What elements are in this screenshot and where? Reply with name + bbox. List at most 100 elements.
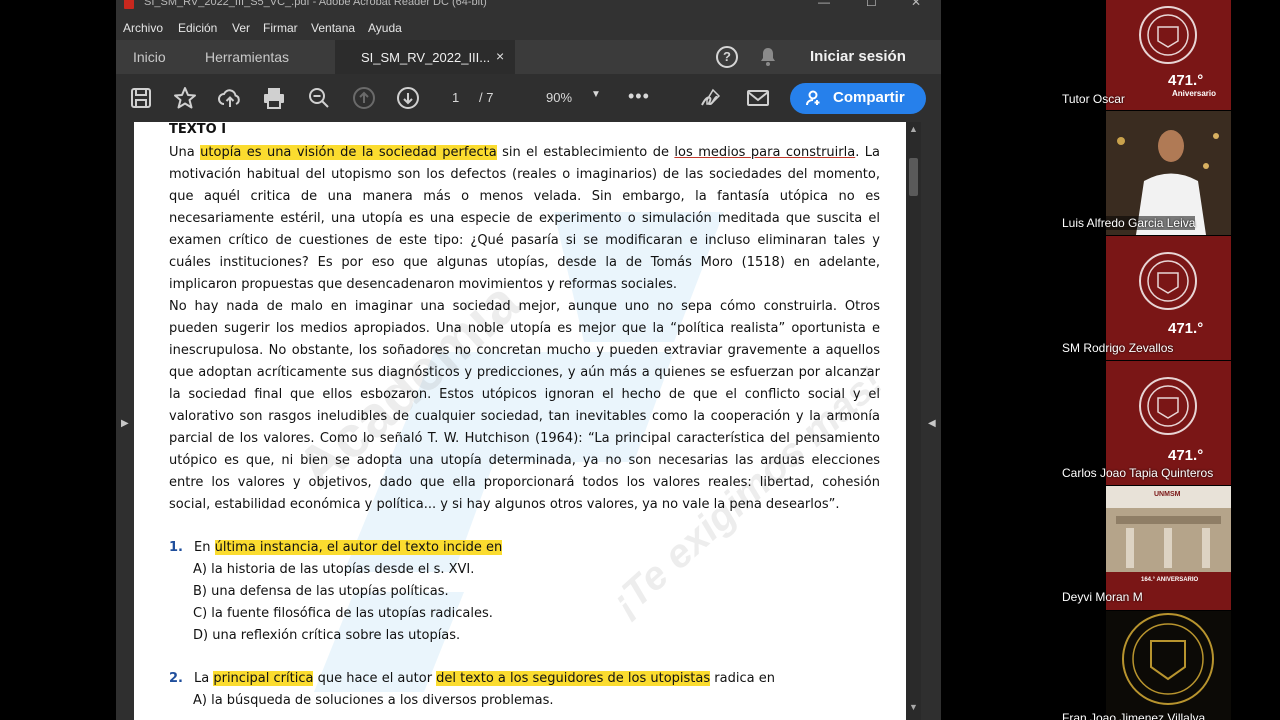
participant-tile[interactable]: 471.° Aniversario Tutor Oscar [1059,0,1231,110]
menu-edicion[interactable]: Edición [178,21,217,35]
paragraph-line: social, estabilidad económica y política… [169,497,840,512]
question-1-text: En última instancia, el autor del texto … [194,540,503,555]
share-button[interactable]: Compartir [790,83,926,114]
paragraph-line: cuáles instituciones? Es por eso que alg… [169,255,880,270]
tab-document[interactable]: SI_SM_RV_2022_III... × [335,40,515,74]
close-tab-icon[interactable]: × [496,48,504,64]
participant-tile[interactable]: Luis Alfredo Garcia Leiva [1059,111,1231,235]
close-window-button[interactable]: ✕ [911,0,921,9]
paragraph-line: No hay nada de malo en imaginar una soci… [169,299,880,314]
left-panel-toggle-icon[interactable]: ▶ [121,418,129,429]
participant-name: Luis Alfredo Garcia Leiva [1062,216,1196,230]
paragraph-line: examen crítico de cuestiones de este tip… [169,233,880,248]
anniversary-label: Aniversario [1172,89,1217,98]
menu-ventana[interactable]: Ventana [311,21,355,35]
poster-header: UNMSM [1154,491,1181,498]
question-1-option-d: D) una reflexión crítica sobre las utopí… [193,628,461,643]
highlight: última instancia, el autor del texto inc… [214,540,503,555]
paragraph-line: utópico es que, ni bien se adopta una ut… [169,453,880,468]
participant-name: Carlos Joao Tapia Quinteros [1062,466,1214,480]
paragraph-line: valorativo son rasgos ineludibles de cua… [169,409,880,424]
question-2-number: 2. [169,671,183,686]
participant-name: Fran Joao Jimenez Villalva [1062,711,1206,720]
text-heading: TEXTO I [169,122,227,137]
print-icon[interactable] [262,86,286,110]
page-number-input[interactable]: 1 [452,90,459,105]
anniversary-badge: 471.° [1168,447,1204,464]
participant-name: Tutor Oscar [1062,92,1125,106]
share-user-icon [806,90,820,106]
question-1-option-c: C) la fuente filosófica de las utopías r… [193,606,493,621]
paragraph-line: implicaron propuestas que desencadenaron… [169,277,678,292]
help-icon[interactable]: ? [716,46,738,68]
highlight: utopía es una visión de la sociedad perf… [200,145,497,160]
participant-tile[interactable]: 471.° SM Rodrigo Zevallos [1059,236,1231,360]
tab-herramientas[interactable]: Herramientas [205,49,289,65]
save-icon[interactable] [129,86,153,110]
paragraph-line: parcial de los valores. Como lo señaló T… [169,431,880,446]
poster-text: 164.° ANIVERSARIO [1141,577,1199,583]
scroll-up-icon[interactable]: ▲ [909,124,918,134]
page-down-icon[interactable] [396,86,420,110]
paragraph-line: necesariamente estéril, una utopía es un… [169,211,880,226]
scroll-down-icon[interactable]: ▼ [909,702,918,712]
participant-name: Deyvi Moran M [1062,590,1143,604]
more-tools-button[interactable]: ••• [628,86,650,107]
share-label: Compartir [833,89,905,106]
menu-ayuda[interactable]: Ayuda [368,21,402,35]
paragraph-line: motivación habitual del utopismo son los… [169,167,880,182]
question-1-number: 1. [169,540,183,555]
paragraph-line: inescrupulosa. No obstante, los soñadore… [169,343,880,358]
highlight: del texto a los seguidores de los utopis… [436,671,711,686]
maximize-button[interactable]: ☐ [866,0,877,9]
signin-button[interactable]: Iniciar sesión [810,48,906,65]
page-up-icon[interactable] [352,86,376,110]
document-tab-label: SI_SM_RV_2022_III... [361,50,491,65]
paragraph-line: que aquél critica de una manera más o me… [169,189,880,204]
gap-background [941,0,1059,720]
paragraph-line: que adoptan acríticamente sus diagnóstic… [169,365,880,380]
zoom-out-icon[interactable] [307,86,331,110]
zoom-select[interactable]: 90% [546,90,572,105]
acrobat-app-icon [124,0,134,9]
underlined-text: los medios para construirla [674,145,856,160]
question-2-text: La principal crítica que hace el autor d… [194,671,775,686]
window-title: SI_SM_RV_2022_III_S5_VC_.pdf - Adobe Acr… [144,0,487,8]
anniversary-badge: 471.° [1168,72,1204,89]
document-viewer: ▶ Academia ¡Te exigimos más! TEXTO I Una… [116,122,941,720]
tab-bar: Inicio Herramientas SI_SM_RV_2022_III...… [116,40,941,74]
vertical-scrollbar[interactable]: ▲ ▼ [906,122,921,720]
menu-archivo[interactable]: Archivo [123,21,163,35]
page-total: / 7 [479,90,494,105]
right-panel-toggle-icon[interactable]: ◀ [928,418,936,429]
tab-inicio[interactable]: Inicio [133,49,166,65]
scroll-thumb[interactable] [909,158,918,196]
chevron-down-icon[interactable]: ▼ [591,89,601,100]
menu-firmar[interactable]: Firmar [263,21,298,35]
paragraph-line: pueden sugerir los medios apropiados. Un… [169,321,880,336]
question-1-option-b: B) una defensa de las utopías políticas. [193,584,449,599]
participant-name: SM Rodrigo Zevallos [1062,341,1174,355]
question-2-option-a: A) la búsqueda de soluciones a los diver… [193,693,554,708]
upload-icon[interactable] [218,86,242,110]
minimize-button[interactable]: — [818,0,830,9]
question-1-option-a: A) la historia de las utopías desde el s… [193,562,475,577]
paragraph-line: entre los valores y objetivos, dado que … [169,475,880,490]
paragraph-line: Una utopía es una visión de la sociedad … [169,145,880,160]
participant-tile[interactable]: UNMSM 164.° ANIVERSARIO Deyvi Moran M [1059,486,1231,610]
sign-icon[interactable] [699,86,723,110]
anniversary-badge: 471.° [1168,320,1204,337]
paragraph-line: la sociedad final que ellos esbozaron. E… [169,387,880,402]
crest-icon [1106,611,1231,720]
participant-tile[interactable]: Fran Joao Jimenez Villalva [1059,611,1231,720]
pdf-page: Academia ¡Te exigimos más! TEXTO I Una u… [134,122,906,720]
participant-tile[interactable]: 471.° Carlos Joao Tapia Quinteros [1059,361,1231,485]
menu-ver[interactable]: Ver [232,21,250,35]
title-bar: SI_SM_RV_2022_III_S5_VC_.pdf - Adobe Acr… [116,0,941,16]
right-background [1231,0,1280,720]
left-background [0,0,116,720]
email-icon[interactable] [746,86,770,110]
menu-bar: Archivo Edición Ver Firmar Ventana Ayuda [116,16,941,40]
bell-icon[interactable] [759,47,777,72]
star-icon[interactable] [173,86,197,110]
